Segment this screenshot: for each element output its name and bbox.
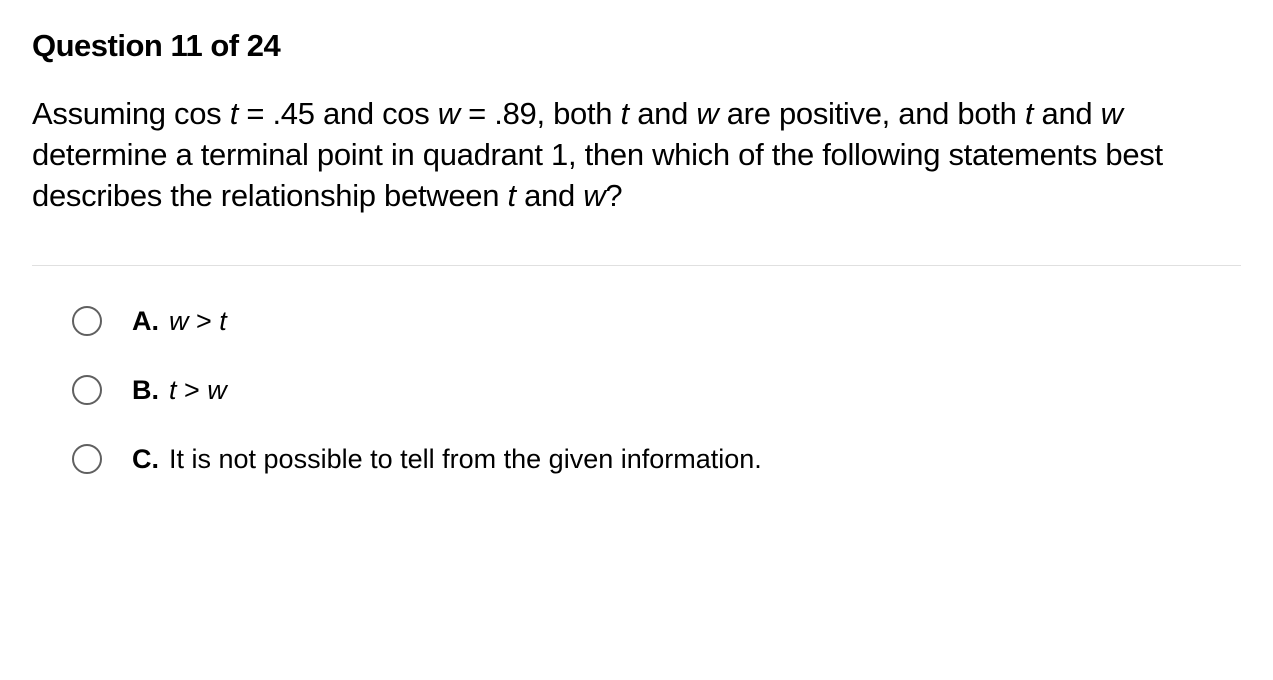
option-operator: > <box>189 306 220 336</box>
radio-icon <box>72 306 102 336</box>
question-text-segment: and <box>637 96 696 131</box>
options-container: A. w > t B. t > w C. It is not possible … <box>32 306 1241 475</box>
question-text-segment: are positive, and both <box>727 96 1025 131</box>
question-var-t: t <box>621 96 638 131</box>
question-text-segment: and <box>1042 96 1101 131</box>
option-var: t <box>219 306 227 336</box>
question-text-segment: ? <box>605 178 622 213</box>
divider <box>32 265 1241 266</box>
option-label: C. <box>132 444 159 475</box>
question-text-segment: and <box>524 178 583 213</box>
question-var-w: w <box>438 96 460 131</box>
option-var: w <box>169 306 189 336</box>
option-var: t <box>169 375 177 405</box>
question-header: Question 11 of 24 <box>32 28 1241 64</box>
option-label: B. <box>132 375 159 406</box>
radio-icon <box>72 444 102 474</box>
question-var-t: t <box>1025 96 1042 131</box>
question-var-t: t <box>230 96 238 131</box>
radio-icon <box>72 375 102 405</box>
option-b[interactable]: B. t > w <box>72 375 1241 406</box>
option-a[interactable]: A. w > t <box>72 306 1241 337</box>
question-var-t: t <box>507 178 524 213</box>
question-var-w: w <box>583 178 605 213</box>
question-var-w: w <box>696 96 726 131</box>
option-label: A. <box>132 306 159 337</box>
option-text: w > t <box>169 306 227 337</box>
question-text: Assuming cos t = .45 and cos w = .89, bo… <box>32 94 1241 217</box>
question-text-segment: = .45 and cos <box>238 96 438 131</box>
option-c[interactable]: C. It is not possible to tell from the g… <box>72 444 1241 475</box>
question-text-segment: = .89, both <box>460 96 621 131</box>
option-var: w <box>207 375 227 405</box>
option-operator: > <box>177 375 208 405</box>
question-text-segment: Assuming cos <box>32 96 230 131</box>
option-text: It is not possible to tell from the give… <box>169 444 762 475</box>
question-var-w: w <box>1101 96 1123 131</box>
option-text: t > w <box>169 375 227 406</box>
